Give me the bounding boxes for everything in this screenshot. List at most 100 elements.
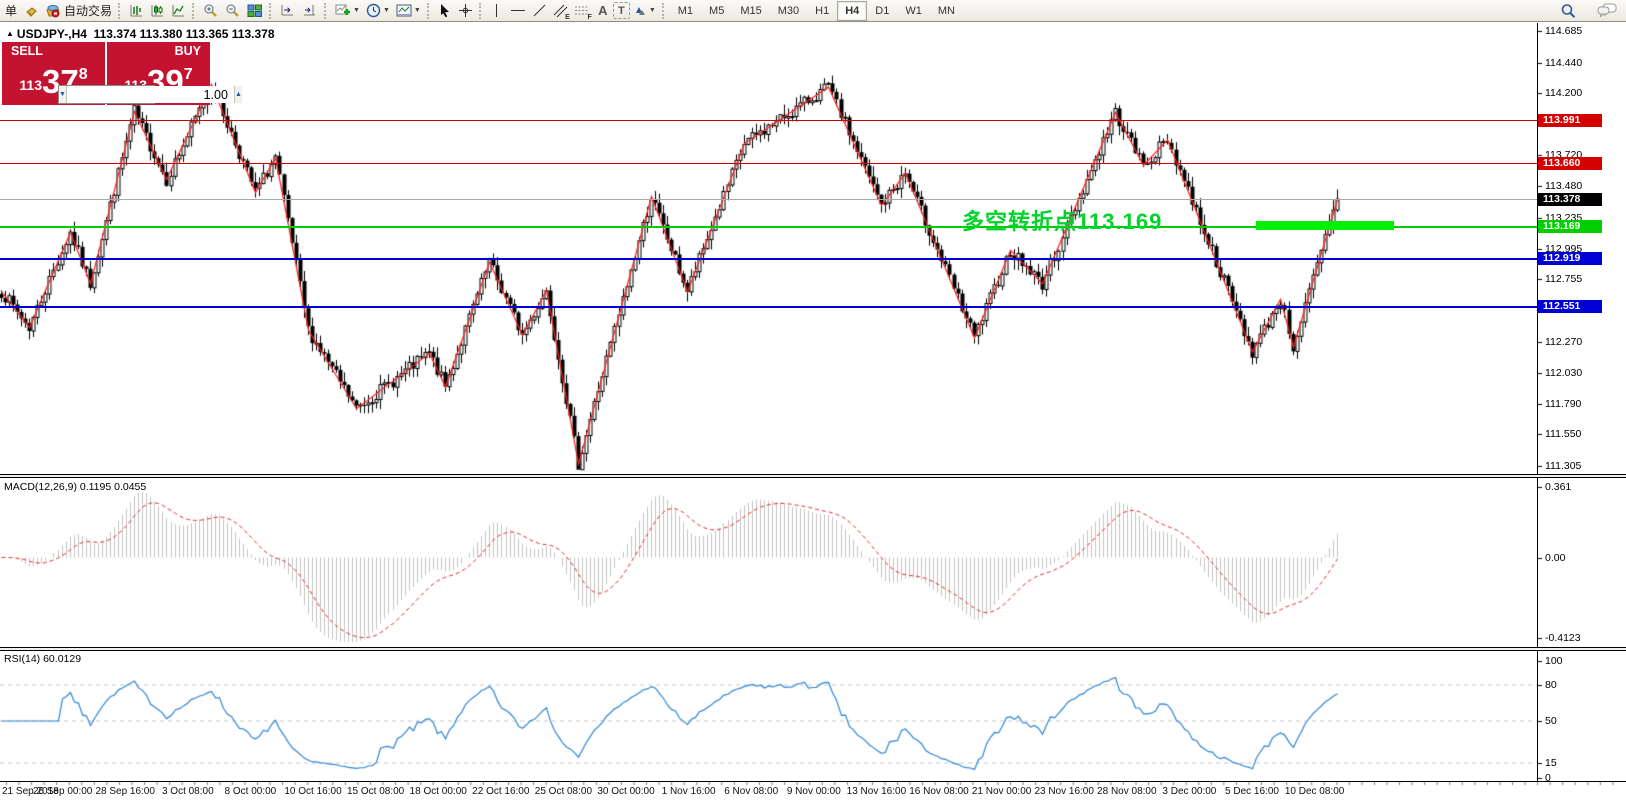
highlight-trend-segment[interactable] (1256, 221, 1394, 230)
price-tick-label: 111.305 (1545, 460, 1581, 472)
price-tick-label: 112.270 (1545, 336, 1582, 348)
macd-tick-label: -0.4123 (1545, 632, 1581, 644)
vertical-line-icon[interactable] (487, 1, 507, 21)
time-tick-label: 28 Sep 16:00 (95, 786, 155, 797)
price-chart-canvas[interactable] (0, 0, 1626, 808)
price-tick-label: 113.480 (1545, 180, 1582, 192)
rsi-label: RSI(14) 60.0129 (4, 653, 81, 665)
timeframe-H1[interactable]: H1 (807, 1, 837, 21)
price-level-badge: 113.169 (1538, 220, 1602, 233)
timeframe-M1[interactable]: M1 (670, 1, 701, 21)
time-tick-label: 28 Nov 08:00 (1097, 786, 1157, 797)
candlestick-chart-icon[interactable] (147, 1, 168, 21)
rsi-tick-label: 50 (1545, 715, 1557, 727)
dropdown-arrow-icon: ▼ (649, 7, 656, 14)
auto-scroll-icon[interactable] (277, 1, 299, 21)
toolbar-grip (324, 3, 329, 19)
autotrade-button[interactable]: 自动交易 (42, 1, 115, 21)
time-tick-label: 21 Nov 00:00 (972, 786, 1032, 797)
timeframe-H4[interactable]: H4 (837, 1, 867, 21)
toolbar: 单 自动交易 (0, 0, 1626, 22)
sell-label: SELL (11, 44, 43, 58)
time-tick-label: 10 Dec 08:00 (1285, 786, 1345, 797)
volume-decrease-button[interactable]: ▼ (59, 86, 67, 103)
time-tick-label: 25 Oct 08:00 (535, 786, 592, 797)
chat-icon[interactable] (1594, 1, 1620, 21)
new-order-button[interactable]: 单 (1, 1, 21, 21)
turning-point-annotation: 多空转折点113.169 (962, 204, 1162, 236)
indicators-icon[interactable]: ▼ (332, 1, 363, 21)
time-tick-label: 30 Oct 00:00 (597, 786, 654, 797)
templates-icon[interactable]: ▼ (393, 1, 424, 21)
time-tick-label: 5 Dec 16:00 (1225, 786, 1279, 797)
price-axis-border (1537, 23, 1538, 781)
time-tick-label: 8 Oct 00:00 (225, 786, 277, 797)
text-tool-icon[interactable]: A (593, 1, 613, 21)
pane-separator-macd[interactable] (0, 474, 1626, 478)
bar-chart-icon[interactable] (126, 1, 147, 21)
equidistant-channel-icon[interactable]: E (550, 1, 571, 21)
autotrade-label: 自动交易 (64, 2, 112, 19)
volume-input[interactable] (67, 86, 234, 103)
pane-separator-rsi[interactable] (0, 647, 1626, 651)
crosshair-icon[interactable] (455, 1, 476, 21)
periods-icon[interactable]: ▼ (363, 1, 393, 21)
symbol-period-label: USDJPY-,H4 (17, 27, 87, 41)
zoom-in-icon[interactable] (200, 1, 222, 21)
horizontal-level-line-113.991[interactable] (0, 120, 1537, 121)
volume-control: ▼ ▲ (58, 85, 155, 104)
toolbar-right (1557, 1, 1620, 21)
mt4-window: 单 自动交易 (0, 0, 1626, 808)
time-tick-label: 3 Dec 00:00 (1162, 786, 1216, 797)
line-chart-icon[interactable] (168, 1, 189, 21)
toolbar-grip (269, 3, 274, 19)
search-icon[interactable] (1557, 1, 1580, 21)
price-level-badge: 112.919 (1538, 252, 1602, 265)
price-tick-label: 114.200 (1545, 87, 1582, 99)
trendline-icon[interactable] (529, 1, 550, 21)
fibonacci-icon[interactable]: F (571, 1, 593, 21)
horizontal-level-line-112.919[interactable] (0, 258, 1537, 260)
fibo-letter: F (588, 14, 592, 21)
one-click-trading-panel: SELL 113378 BUY 113397 ▼ ▲ (2, 42, 210, 105)
text-label-icon[interactable]: T (613, 2, 630, 19)
cursor-icon[interactable] (435, 1, 455, 21)
collapse-marker-icon[interactable]: ▲ (6, 29, 14, 38)
horizontal-line-icon[interactable] (507, 1, 529, 21)
new-order-icon[interactable] (21, 1, 42, 21)
time-tick-label: 10 Oct 16:00 (284, 786, 341, 797)
timeframe-M5[interactable]: M5 (701, 1, 732, 21)
zoom-out-icon[interactable] (222, 1, 244, 21)
chart-shift-icon[interactable] (299, 1, 321, 21)
timeframe-D1[interactable]: D1 (867, 1, 897, 21)
time-tick-label: 22 Oct 16:00 (472, 786, 529, 797)
chart-header: ▲USDJPY-,H4 113.374 113.380 113.365 113.… (6, 27, 275, 41)
time-axis-border (0, 781, 1626, 782)
price-tick-label: 112.030 (1545, 367, 1582, 379)
arrows-tool-icon[interactable]: ▼ (630, 1, 659, 21)
time-tick-label: 15 Oct 08:00 (347, 786, 404, 797)
price-tick-label: 114.685 (1545, 25, 1582, 37)
rsi-tick-label: 15 (1545, 757, 1557, 769)
horizontal-level-line-112.551[interactable] (0, 306, 1537, 308)
rsi-tick-label: 0 (1545, 772, 1551, 784)
channel-letter: E (565, 14, 570, 21)
timeframe-M30[interactable]: M30 (770, 1, 807, 21)
timeframe-MN[interactable]: MN (930, 1, 963, 21)
volume-increase-button[interactable]: ▲ (234, 86, 242, 103)
timeframe-M15[interactable]: M15 (732, 1, 769, 21)
time-tick-label: 16 Nov 08:00 (909, 786, 969, 797)
time-tick-label: 1 Nov 16:00 (662, 786, 716, 797)
price-tick-label: 112.755 (1545, 273, 1582, 285)
dropdown-arrow-icon: ▼ (353, 7, 360, 14)
horizontal-level-line-113.660[interactable] (0, 163, 1537, 164)
rsi-tick-label: 80 (1545, 679, 1557, 691)
timeframe-W1[interactable]: W1 (897, 1, 930, 21)
dropdown-arrow-icon: ▼ (414, 7, 421, 14)
current-price-line (0, 199, 1537, 200)
tile-windows-icon[interactable] (244, 1, 266, 21)
time-tick-label: 13 Nov 16:00 (847, 786, 907, 797)
time-tick-label: 26 Sep 00:00 (33, 786, 93, 797)
price-level-badge: 113.991 (1538, 114, 1602, 127)
time-tick-label: 9 Nov 00:00 (787, 786, 841, 797)
